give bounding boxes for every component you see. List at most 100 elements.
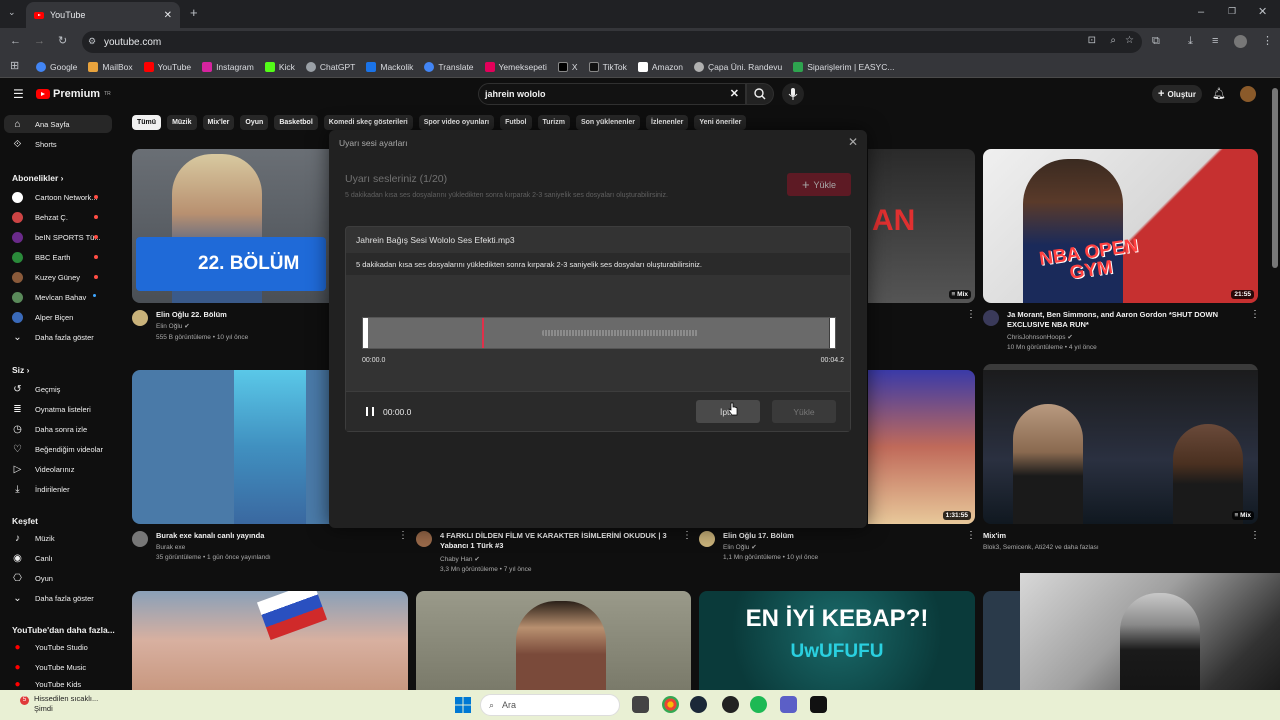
sidebar-item-studio[interactable]: ● YouTube Studio: [0, 638, 118, 656]
reading-list-icon[interactable]: ≡: [1212, 36, 1218, 47]
channel-avatar[interactable]: [699, 531, 715, 547]
install-icon[interactable]: ⊡: [1088, 35, 1096, 46]
close-window-icon[interactable]: ✕: [1258, 7, 1267, 18]
browser-tab[interactable]: YouTube ✕: [26, 2, 180, 28]
pause-icon[interactable]: [366, 407, 374, 416]
bookmark-capa-randevu[interactable]: Çapa Üni. Randevu: [694, 61, 782, 72]
channel-avatar[interactable]: [983, 310, 999, 326]
video-thumbnail[interactable]: 1:31:55: [868, 370, 975, 524]
video-title[interactable]: Mix'im: [983, 531, 1223, 541]
video-thumbnail[interactable]: AN ≡ Mix: [868, 149, 975, 303]
task-view-icon[interactable]: [632, 696, 649, 713]
bookmark-x[interactable]: X: [557, 61, 578, 72]
site-info-icon[interactable]: ⚙: [88, 36, 96, 47]
clear-search-icon[interactable]: ✕: [730, 87, 739, 100]
minimize-icon[interactable]: –: [1198, 7, 1204, 18]
trim-end-handle[interactable]: [830, 318, 835, 348]
trim-start-handle[interactable]: [363, 318, 368, 348]
waveform-trimmer[interactable]: [362, 317, 836, 349]
weather-widget[interactable]: 5 Hissedilen sıcaklı... Şimdi: [14, 694, 98, 714]
channel-avatar[interactable]: [416, 531, 432, 547]
sidebar-sub-kuzey-guney[interactable]: Kuzey Güney: [0, 268, 118, 286]
upload-trimmed-button[interactable]: Yükle: [772, 400, 836, 423]
upload-button[interactable]: + Yükle: [787, 173, 851, 196]
apps-grid-icon[interactable]: ⊞: [10, 61, 19, 72]
chip-new[interactable]: Yeni öneriler: [694, 115, 747, 130]
bookmark-instagram[interactable]: Instagram: [202, 61, 254, 72]
channel-name[interactable]: Chaby Han ✔: [440, 555, 480, 564]
chip-gaming[interactable]: Oyun: [240, 115, 269, 130]
bookmark-amazon[interactable]: Amazon: [637, 61, 683, 72]
create-button[interactable]: + Oluştur: [1152, 85, 1202, 103]
chip-football[interactable]: Futbol: [500, 115, 532, 130]
tab-list-icon[interactable]: ⌄: [8, 8, 16, 17]
video-menu-icon[interactable]: ⋮: [398, 531, 408, 541]
extensions-icon[interactable]: ⧉: [1152, 36, 1160, 47]
bookmark-google[interactable]: Google: [36, 61, 77, 72]
sidebar-sub-mevlcan[interactable]: Mevlcan Bahav: [0, 288, 118, 306]
chip-music[interactable]: Müzik: [167, 115, 197, 130]
bookmark-mackolik[interactable]: Mackolik: [366, 61, 413, 72]
taskbar-search[interactable]: ⌕ Ara: [480, 694, 620, 716]
channel-avatar[interactable]: [132, 310, 148, 326]
chip-mixes[interactable]: Mix'ler: [202, 115, 235, 130]
video-title[interactable]: 4 FARKLI DİLDEN FİLM VE KARAKTER İSİMLER…: [440, 531, 670, 551]
channel-name[interactable]: Elin Oğlu ✔: [723, 543, 757, 552]
video-menu-icon[interactable]: ⋮: [1250, 531, 1260, 541]
bookmark-youtube[interactable]: YouTube: [143, 61, 191, 72]
sidebar-item-playlists[interactable]: ≣ Oynatma listeleri: [0, 400, 118, 418]
chrome-menu-icon[interactable]: ⋮: [1262, 36, 1273, 47]
channel-name[interactable]: Burak exe: [156, 543, 185, 552]
sidebar-sub-bein[interactable]: beIN SPORTS Tü...: [0, 228, 118, 246]
bookmark-kick[interactable]: Kick: [264, 61, 295, 72]
chip-all[interactable]: Tümü: [132, 115, 162, 130]
downloads-icon[interactable]: ⤓: [1188, 36, 1193, 47]
account-avatar[interactable]: [1240, 86, 1256, 102]
video-title[interactable]: Ja Morant, Ben Simmons, and Aaron Gordon…: [1007, 310, 1247, 330]
sidebar-sub-bbc-earth[interactable]: BBC Earth: [0, 248, 118, 266]
subscriptions-heading[interactable]: Abonelikler ›: [12, 173, 64, 183]
search-input[interactable]: jahrein wololo ✕: [478, 83, 746, 105]
bookmark-translate[interactable]: Translate: [424, 61, 474, 72]
sidebar-show-more-subs[interactable]: ⌄ Daha fazla göster: [0, 328, 118, 346]
bookmark-mailbox[interactable]: MailBox: [88, 61, 133, 72]
app-icon[interactable]: [722, 696, 739, 713]
channel-avatar[interactable]: [132, 531, 148, 547]
video-menu-icon[interactable]: ⋮: [966, 310, 976, 320]
sidebar-show-more-explore[interactable]: ⌄ Daha fazla göster: [0, 589, 118, 607]
sidebar-sub-cartoon-network[interactable]: Cartoon Network...: [0, 188, 118, 206]
sidebar-item-history[interactable]: ↺ Geçmiş: [0, 380, 118, 398]
channel-name[interactable]: ChrisJohnsonHoops ✔: [1007, 333, 1073, 342]
new-tab-icon[interactable]: +: [190, 6, 198, 19]
close-tab-icon[interactable]: ✕: [164, 10, 172, 21]
bookmark-yemeksepeti[interactable]: Yemeksepeti: [484, 61, 547, 72]
sidebar-item-your-videos[interactable]: ▷ Videolarınız: [0, 460, 118, 478]
chip-tourism[interactable]: Turizm: [537, 115, 570, 130]
chrome-app-icon[interactable]: [662, 696, 679, 713]
sidebar-item-downloads[interactable]: ⤓ İndirilenler: [0, 480, 118, 498]
youtube-logo[interactable]: Premium TR: [36, 88, 111, 100]
video-menu-icon[interactable]: ⋮: [682, 531, 692, 541]
video-thumbnail[interactable]: EN İYİ KEBAP?! UwUFUFU: [699, 591, 975, 690]
bookmark-tiktok[interactable]: TikTok: [588, 61, 627, 72]
sidebar-item-live[interactable]: ◉ Canlı: [0, 549, 118, 567]
playhead[interactable]: [482, 318, 484, 348]
back-icon[interactable]: ←: [10, 36, 21, 47]
channel-name[interactable]: Elin Oğlu ✔: [156, 322, 190, 331]
notifications-bell-icon[interactable]: 🔔︎: [1212, 87, 1226, 100]
video-title[interactable]: Burak exe kanalı canlı yayında: [156, 531, 386, 541]
bookmark-chatgpt[interactable]: ChatGPT: [305, 61, 355, 72]
bookmark-star-icon[interactable]: ☆: [1125, 35, 1134, 46]
video-title[interactable]: Elin Oğlu 22. Bölüm: [156, 310, 326, 320]
steam-app-icon[interactable]: [690, 696, 707, 713]
video-menu-icon[interactable]: ⋮: [966, 531, 976, 541]
teams-app-icon[interactable]: [780, 696, 797, 713]
video-thumbnail[interactable]: [132, 591, 408, 690]
spotify-app-icon[interactable]: [750, 696, 767, 713]
close-icon[interactable]: ✕: [847, 136, 859, 148]
sidebar-item-gaming[interactable]: ⎔ Oyun: [0, 569, 118, 587]
sidebar-sub-behzat[interactable]: Behzat Ç.: [0, 208, 118, 226]
sidebar-sub-alper-bicen[interactable]: Alper Biçen: [0, 308, 118, 326]
video-thumbnail[interactable]: ≡ Mix: [983, 364, 1258, 524]
search-button[interactable]: [746, 83, 774, 105]
